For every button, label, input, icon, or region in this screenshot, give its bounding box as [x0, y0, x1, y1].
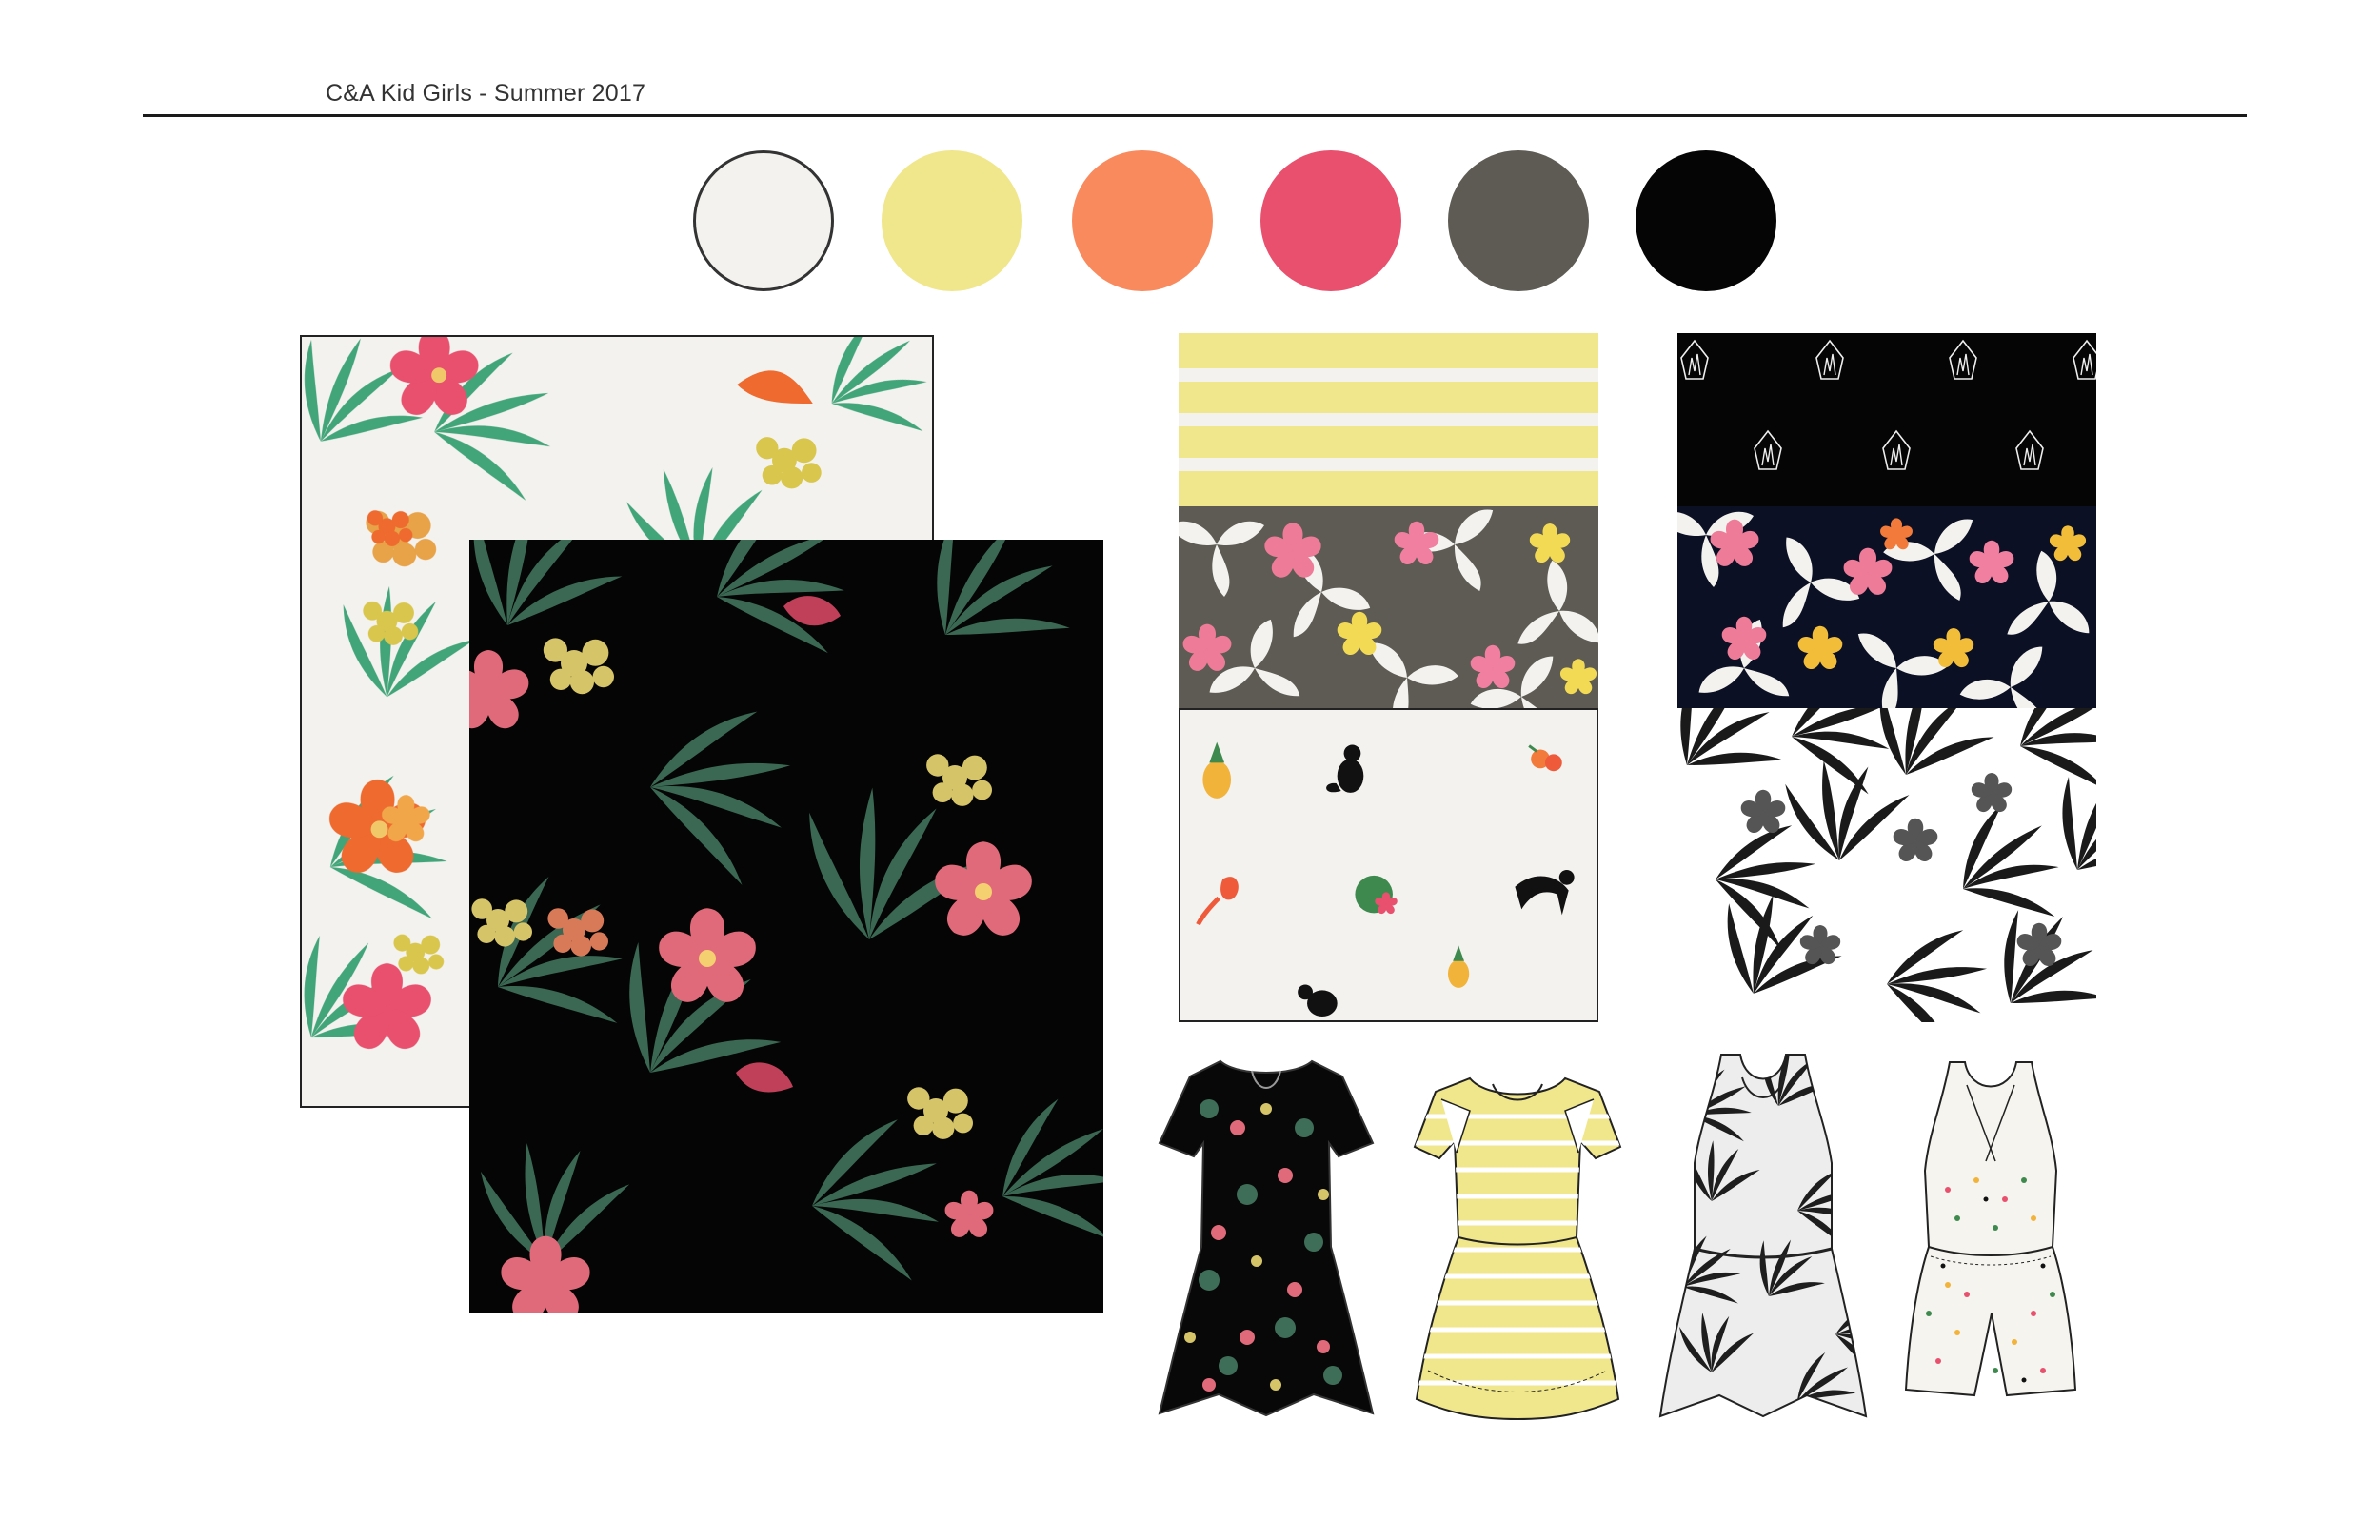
print-painted-floral-grey: [1179, 506, 1598, 708]
swatch-olive-grey: [1448, 150, 1589, 291]
swatch-off-white: [693, 150, 834, 291]
print-crystal-black: [1677, 333, 2096, 506]
swatch-pink: [1260, 150, 1401, 291]
dress-black-floral: [1152, 1052, 1380, 1428]
print-floral-navy: [1677, 506, 2096, 708]
print-tropical-black: [469, 540, 1103, 1313]
print-conversational-cream: [1179, 708, 1598, 1022]
romper-cream-icons: [1900, 1056, 2081, 1411]
swatch-coral: [1072, 150, 1213, 291]
dress-bw-leaf: [1655, 1049, 1872, 1428]
header-divider: [143, 114, 2247, 117]
print-yellow-stripe: [1179, 333, 1598, 506]
swatch-pale-yellow: [882, 150, 1022, 291]
page-title: C&A Kid Girls - Summer 2017: [326, 80, 646, 107]
print-bw-leaf: [1677, 708, 2096, 1022]
dress-yellow-stripe: [1409, 1071, 1626, 1423]
swatch-black: [1636, 150, 1776, 291]
